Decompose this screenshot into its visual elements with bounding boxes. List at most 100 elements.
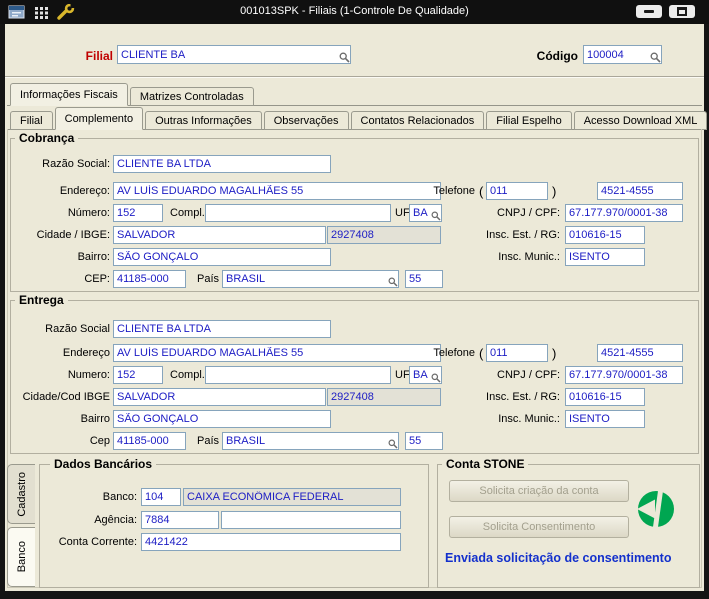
cob-bairro-label: Bairro: <box>77 251 110 263</box>
cob-insc-est-label: Insc. Est. / RG: <box>486 229 560 241</box>
cob-telefone-ddd-input[interactable] <box>486 182 548 200</box>
side-tab-banco[interactable]: Banco <box>7 527 35 587</box>
ent-bairro-input[interactable] <box>113 410 331 428</box>
ent-telefone-label: Telefone <box>433 347 475 359</box>
cob-razao-input[interactable] <box>113 155 331 173</box>
cob-cep-label: CEP: <box>84 273 110 285</box>
ent-pais-label: País <box>197 435 220 447</box>
paren-open: ( <box>479 346 484 361</box>
ent-cnpj-input[interactable] <box>565 366 683 384</box>
main-tabbar: Filial Complemento Outras Informações Ob… <box>7 106 708 130</box>
cob-cnpj-input[interactable] <box>565 204 683 222</box>
tab-matrizes-controladas[interactable]: Matrizes Controladas <box>129 87 254 106</box>
ent-compl-label: Compl. <box>170 369 205 381</box>
cob-cidade-input[interactable] <box>113 226 326 244</box>
side-tab-cadastro[interactable]: Cadastro <box>7 464 35 524</box>
ent-pais-input[interactable] <box>222 432 399 450</box>
banco-nome-input <box>183 488 401 506</box>
lookup-icon[interactable] <box>431 373 441 383</box>
cob-endereco-label: Endereço: <box>59 185 110 197</box>
ent-uf-label: UF <box>395 369 410 381</box>
cob-cep-input[interactable] <box>113 270 186 288</box>
lookup-icon[interactable] <box>431 211 441 221</box>
top-tabbar: Informações Fiscais Matrizes Controladas <box>7 82 702 106</box>
ent-insc-mun-input[interactable] <box>565 410 645 428</box>
filial-field <box>117 45 351 64</box>
tab-outras-informacoes[interactable]: Outras Informações <box>145 111 262 130</box>
ent-insc-mun-label: Insc. Munic.: <box>498 413 560 425</box>
tab-filial-espelho[interactable]: Filial Espelho <box>486 111 572 130</box>
ent-endereco-input[interactable] <box>113 344 441 362</box>
ent-razao-input[interactable] <box>113 320 331 338</box>
ent-numero-input[interactable] <box>113 366 163 384</box>
banco-codigo-input[interactable] <box>141 488 181 506</box>
cob-razao-label: Razão Social: <box>42 158 110 170</box>
lookup-icon[interactable] <box>650 52 661 63</box>
ent-pais-codigo-input[interactable] <box>405 432 443 450</box>
cob-telefone-numero-input[interactable] <box>597 182 683 200</box>
cob-uf-label: UF <box>395 207 410 219</box>
solicita-consentimento-button[interactable]: Solicita Consentimento <box>449 516 629 538</box>
apps-grid-icon[interactable] <box>34 6 48 19</box>
maximize-button[interactable] <box>669 5 695 18</box>
filial-input[interactable] <box>117 45 351 64</box>
ent-cidade-input[interactable] <box>113 388 326 406</box>
ent-numero-label: Numero: <box>67 369 110 381</box>
cob-bairro-input[interactable] <box>113 248 331 266</box>
ent-endereco-label: Endereço <box>62 347 110 359</box>
tab-acesso-download-xml[interactable]: Acesso Download XML <box>573 111 708 130</box>
lookup-icon[interactable] <box>339 52 350 63</box>
cob-insc-mun-input[interactable] <box>565 248 645 266</box>
cob-compl-input[interactable] <box>205 204 391 222</box>
tab-complemento[interactable]: Complemento <box>54 107 144 130</box>
solicita-criacao-button[interactable]: Solicita criação da conta <box>449 480 629 502</box>
paren-close: ) <box>552 184 557 199</box>
tab-contatos-relacionados[interactable]: Contatos Relacionados <box>350 111 485 130</box>
cob-uf-field <box>409 204 442 222</box>
ent-telefone-numero-input[interactable] <box>597 344 683 362</box>
ent-insc-est-input[interactable] <box>565 388 645 406</box>
cob-insc-mun-label: Insc. Munic.: <box>498 251 560 263</box>
tab-observacoes[interactable]: Observações <box>263 111 349 130</box>
lookup-icon[interactable] <box>388 439 398 449</box>
cob-pais-field <box>222 270 399 288</box>
ent-compl-input[interactable] <box>205 366 391 384</box>
cob-compl-label: Compl. <box>170 207 205 219</box>
maximize-icon <box>677 7 687 16</box>
conta-corrente-label: Conta Corrente: <box>58 536 137 548</box>
conta-corrente-input[interactable] <box>141 533 401 551</box>
paren-close: ) <box>552 346 557 361</box>
ent-cep-input[interactable] <box>113 432 186 450</box>
app-window: 001013SPK - Filiais (1-Controle De Quali… <box>0 0 709 599</box>
paren-open: ( <box>479 184 484 199</box>
cob-numero-input[interactable] <box>113 204 163 222</box>
minimize-icon <box>644 10 654 13</box>
tab-filial[interactable]: Filial <box>10 111 53 130</box>
tab-informacoes-fiscais[interactable]: Informações Fiscais <box>10 83 128 106</box>
entrega-title: Entrega <box>15 293 68 307</box>
cob-cidade-label: Cidade / IBGE: <box>36 229 110 241</box>
banco-label: Banco: <box>102 491 137 503</box>
ent-ibge-input <box>327 388 441 406</box>
agencia-input[interactable] <box>141 511 219 529</box>
ent-uf-field <box>409 366 442 384</box>
cob-pais-codigo-input[interactable] <box>405 270 443 288</box>
cob-telefone-label: Telefone <box>433 185 475 197</box>
ent-bairro-label: Bairro <box>80 413 110 425</box>
titlebar-icons <box>8 3 75 20</box>
form-icon[interactable] <box>8 5 25 19</box>
minimize-button[interactable] <box>636 5 662 18</box>
stone-status-text: Enviada solicitação de consentimento <box>445 551 672 565</box>
header-separator <box>5 76 704 78</box>
ent-pais-field <box>222 432 399 450</box>
cob-cnpj-label: CNPJ / CPF: <box>497 207 560 219</box>
dados-bancarios-title: Dados Bancários <box>50 457 157 471</box>
cob-pais-input[interactable] <box>222 270 399 288</box>
agencia-extra-input[interactable] <box>221 511 401 529</box>
wrench-icon[interactable] <box>57 3 75 20</box>
window-title: 001013SPK - Filiais (1-Controle De Quali… <box>240 5 469 17</box>
lookup-icon[interactable] <box>388 277 398 287</box>
cob-insc-est-input[interactable] <box>565 226 645 244</box>
ent-telefone-ddd-input[interactable] <box>486 344 548 362</box>
cob-endereco-input[interactable] <box>113 182 441 200</box>
